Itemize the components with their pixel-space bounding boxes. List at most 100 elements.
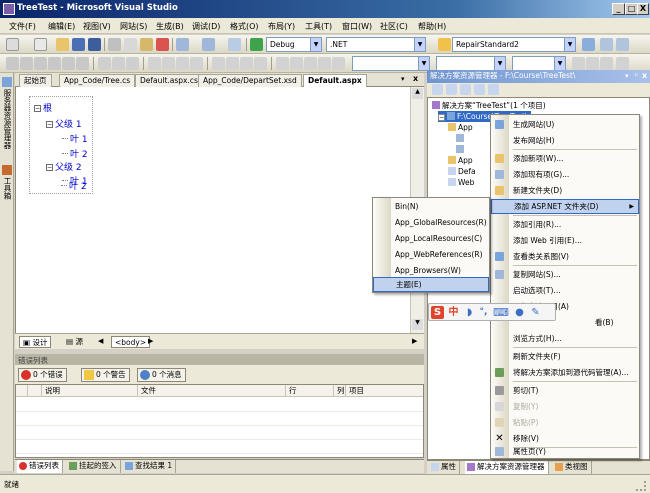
column-column[interactable]: 列 [334,385,346,397]
column-project[interactable]: 项目 [346,385,423,397]
menu-new-folder[interactable]: 新建文件夹(D) [491,183,639,198]
solution-explorer-icon[interactable] [600,38,613,51]
submenu-themes[interactable]: 主题(E) [373,277,489,292]
copy-website-icon[interactable] [474,84,485,95]
find-dropdown[interactable]: RepairStandard2 ▼ [452,37,576,52]
spacing-decrease-icon[interactable] [176,57,189,70]
scroll-right-arrow-icon[interactable]: ▶ [409,336,420,348]
menu-refresh-folder[interactable]: 刷新文件夹(F) [491,349,639,364]
vspacing-increase-icon[interactable] [226,57,239,70]
tab-solution-explorer[interactable]: 解决方案资源管理器 [465,461,549,474]
align-middle-icon[interactable] [62,57,75,70]
collapse-icon[interactable]: − [34,105,41,112]
menu-layout[interactable]: 布局(Y) [268,21,295,32]
style-dropdown[interactable]: ▼ [352,56,430,71]
collapse-icon[interactable]: − [46,121,53,128]
scroll-down-arrow-icon[interactable]: ▼ [412,319,423,330]
tab-list-dropdown[interactable]: ▾ [401,75,405,83]
tree-node-parent2[interactable]: − 父级 2 [46,160,82,173]
submenu-app-browsers[interactable]: App_Browsers(W) [373,263,489,278]
nest-files-icon[interactable] [460,84,471,95]
submenu-app-globalresources[interactable]: App_GlobalResources(R) [373,215,489,230]
tab-default-aspx[interactable]: Default.aspx [303,74,367,87]
center-horizontal-icon[interactable] [276,57,289,70]
font-dropdown[interactable]: ▼ [436,56,506,71]
tree-node-root[interactable]: − 根 [34,101,52,114]
close-panel-icon[interactable]: x [642,70,647,82]
solution-node[interactable]: 解决方案“TreeTest”(1 个项目) [432,100,546,111]
tab-error-list[interactable]: 错误列表 [17,460,63,473]
half-width-icon[interactable]: ◗ [463,306,476,319]
add-item-icon[interactable] [34,38,47,51]
server-explorer-icon[interactable] [2,77,12,87]
menu-debug[interactable]: 调试(D) [192,21,220,32]
scroll-up-arrow-icon[interactable]: ▲ [412,88,423,99]
settings-wrench-icon[interactable]: ✎ [529,306,542,319]
asp-config-icon[interactable] [488,84,499,95]
undo-icon[interactable] [176,38,189,51]
close-button[interactable]: X [637,3,649,15]
size-height-icon[interactable] [112,57,125,70]
tree-node-parent1[interactable]: − 父级 1 [46,117,82,130]
menu-view[interactable]: 视图(V) [83,21,111,32]
tab-default-aspx-cs[interactable]: Default.aspx.cs [135,74,203,87]
warnings-filter-button[interactable]: 0 个警告 [81,368,130,382]
paste-icon[interactable] [140,38,153,51]
size-dropdown[interactable]: ▼ [512,56,566,71]
tag-nav-forward[interactable]: ▶ [145,336,156,348]
menu-start-options[interactable]: 启动选项(T)... [491,283,639,298]
new-project-icon[interactable] [6,38,19,51]
menu-build[interactable]: 生成(B) [156,21,184,32]
properties-view-icon[interactable] [432,84,443,95]
redo-icon[interactable] [202,38,215,51]
column-file[interactable]: 文件 [138,385,286,397]
resize-grip-icon[interactable] [636,481,646,491]
messages-filter-button[interactable]: 0 个消息 [137,368,186,382]
bold-icon[interactable] [572,57,585,70]
menu-build-website[interactable]: 生成网站(U) [491,117,639,132]
vspacing-remove-icon[interactable] [254,57,267,70]
errors-filter-button[interactable]: 0 个错误 [18,368,67,382]
send-back-icon[interactable] [318,57,331,70]
error-list-table[interactable]: 说明 文件 行 列 项目 [15,384,424,458]
align-top-icon[interactable] [48,57,61,70]
submenu-app-webreferences[interactable]: App_WebReferences(R) [373,247,489,262]
tab-properties[interactable]: 属性 [429,461,460,474]
column-description[interactable]: 说明 [42,385,138,397]
find-in-files-icon[interactable] [438,38,451,51]
menu-file[interactable]: 文件(F) [9,21,36,32]
source-view-button[interactable]: ▤ 源 [63,336,86,348]
menu-property-pages[interactable]: 属性页(Y) [491,444,639,459]
spacing-increase-icon[interactable] [162,57,175,70]
start-debug-icon[interactable] [250,38,263,51]
menu-add-new-item[interactable]: 添加新项(W)... [491,151,639,166]
server-explorer-tab[interactable]: 服务器资源管理器 [2,89,13,149]
menu-add-aspnet-folder[interactable]: 添加 ASP.NET 文件夹(D) ▶ [491,199,639,214]
spacing-remove-icon[interactable] [190,57,203,70]
tree-row[interactable]: Defa [448,166,476,177]
align-left-icon[interactable] [6,57,19,70]
menu-copy-website[interactable]: 复制网站(S)... [491,267,639,282]
size-both-icon[interactable] [126,57,139,70]
menu-add-web-reference[interactable]: 添加 Web 引用(E)... [491,233,639,248]
tree-node-leaf[interactable]: 叶 2 [61,179,87,192]
tab-pending-checkins[interactable]: 挂起的签入 [67,460,121,473]
delete-icon[interactable] [156,38,169,51]
sogou-logo-icon[interactable]: S [431,306,444,319]
align-center-icon[interactable] [20,57,33,70]
menu-cut[interactable]: 剪切(T) [491,383,639,398]
tag-nav-back[interactable]: ◀ [95,336,106,348]
menu-publish-website[interactable]: 发布网站(H) [491,133,639,148]
open-folder-icon[interactable] [56,38,69,51]
menu-add-to-source-control[interactable]: 将解决方案添加到源代码管理(A)... [491,365,639,380]
column-line[interactable]: 行 [286,385,334,397]
tab-find-results[interactable]: 查找结果 1 [123,460,177,473]
navigate-back-icon[interactable] [228,38,241,51]
submenu-bin[interactable]: Bin(N) [373,199,489,214]
vspacing-icon[interactable] [212,57,225,70]
menu-community[interactable]: 社区(C) [380,21,408,32]
close-document-button[interactable]: x [413,74,418,83]
minimize-button[interactable]: _ [612,3,625,15]
menu-window[interactable]: 窗口(W) [342,21,372,32]
punctuation-icon[interactable]: °, [477,306,490,319]
